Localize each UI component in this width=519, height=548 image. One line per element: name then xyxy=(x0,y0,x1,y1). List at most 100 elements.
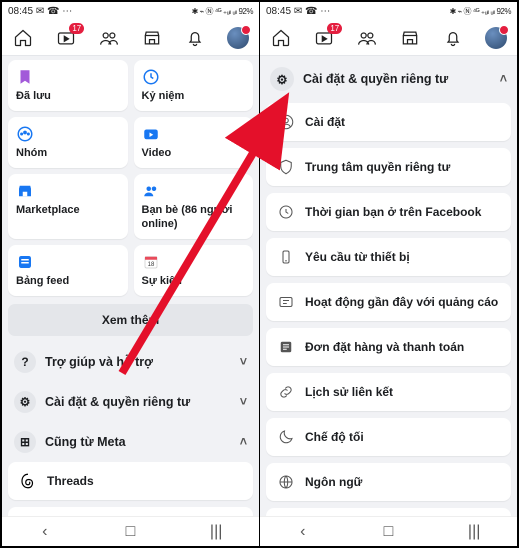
settings-row-device[interactable]: Yêu cầu từ thiết bị xyxy=(266,238,511,276)
row-label: Trung tâm quyền riêng tư xyxy=(305,160,450,174)
chevron-icon: ˅ xyxy=(240,355,247,369)
home-button[interactable]: □ xyxy=(377,521,399,543)
tile-label: Kỷ niệm xyxy=(142,90,246,103)
top-nav: 17 xyxy=(260,20,517,56)
accordion-row[interactable]: ⊞Cũng từ Meta˄ xyxy=(8,422,253,462)
user-icon xyxy=(276,112,296,132)
tile-label: Bảng feed xyxy=(16,275,120,288)
order-icon xyxy=(276,337,296,357)
settings-row-order[interactable]: Đơn đặt hàng và thanh toán xyxy=(266,328,511,366)
recent-button[interactable]: ||| xyxy=(205,521,227,543)
row-icon: ⊞ xyxy=(14,431,36,453)
link-icon xyxy=(276,382,296,402)
top-nav: 17 xyxy=(2,20,259,56)
settings-row-clock[interactable]: Thời gian bạn ở trên Facebook xyxy=(266,193,511,231)
row-label: Hoạt động gần đây với quảng cáo xyxy=(305,295,498,309)
home-icon[interactable] xyxy=(11,26,35,50)
status-bar: 08:45 ✉ ☎ ⋯ ✱ ⌁ Ⓝ ⁴ᴳ ₊ᵤₗₗ ᵤₗₗ 92% xyxy=(2,2,259,20)
globe-icon xyxy=(276,472,296,492)
threads-icon xyxy=(18,471,38,491)
video-badge: 17 xyxy=(69,23,84,34)
event-icon: 18 xyxy=(142,253,160,271)
see-more-button[interactable]: Xem thêm xyxy=(8,304,253,336)
shortcut-tile-video[interactable]: Video xyxy=(134,117,254,168)
shortcut-tile-clock[interactable]: Kỷ niệm xyxy=(134,60,254,111)
settings-header-row[interactable]: ⚙ Cài đặt & quyền riêng tư ˄ xyxy=(266,60,511,99)
row-label: Trợ giúp và hỗ trợ xyxy=(45,355,153,369)
row-icon: ? xyxy=(14,351,36,373)
video-icon xyxy=(142,125,160,143)
shortcut-tile-group[interactable]: Nhóm xyxy=(8,117,128,168)
device-icon xyxy=(276,247,296,267)
recent-button[interactable]: ||| xyxy=(463,521,485,543)
meta-app-row-threads[interactable]: Threads xyxy=(8,462,253,500)
bookmark-icon xyxy=(16,68,34,86)
shortcut-tile-bookmark[interactable]: Đã lưu xyxy=(8,60,128,111)
market-tab-icon[interactable] xyxy=(398,26,422,50)
gear-icon: ⚙ xyxy=(270,67,294,91)
tile-label: Bạn bè (86 người online) xyxy=(142,204,246,230)
right-content: ⚙ Cài đặt & quyền riêng tư ˄ Cài đặt Trun… xyxy=(260,56,517,516)
settings-row-shield[interactable]: Trung tâm quyền riêng tư xyxy=(266,148,511,186)
notif-tab-icon[interactable] xyxy=(183,26,207,50)
left-content: Đã lưu Kỷ niệm Nhóm Video Marketplace Bạn bè … xyxy=(2,56,259,516)
video-tab-icon[interactable]: 17 xyxy=(312,26,336,50)
tile-label: Marketplace xyxy=(16,204,120,217)
row-label: Cài đặt xyxy=(305,115,345,129)
settings-row-link[interactable]: Lịch sử liên kết xyxy=(266,373,511,411)
row-label: Ngôn ngữ xyxy=(305,475,362,489)
phone-right: 08:45 ✉ ☎ ⋯ ✱ ⌁ Ⓝ ⁴ᴳ ₊ᵤₗₗ ᵤₗₗ 92% 17 ⚙ C… xyxy=(260,2,517,546)
tile-label: Video xyxy=(142,147,246,160)
profile-tab-icon[interactable] xyxy=(484,26,508,50)
row-label: Threads xyxy=(47,474,94,488)
accordion-row[interactable]: ? Trợ giúp và hỗ trợ ˅ xyxy=(8,342,253,382)
tile-label: Đã lưu xyxy=(16,90,120,103)
row-label: Chế độ tối xyxy=(305,430,364,444)
friends-tab-icon[interactable] xyxy=(97,26,121,50)
settings-row-data[interactable]: Mức sử dụng dữ liệu di động xyxy=(266,508,511,516)
settings-row-ad[interactable]: Hoạt động gần đây với quảng cáo xyxy=(266,283,511,321)
row-label: Cài đặt & quyền riêng tư xyxy=(45,395,190,409)
android-nav: ‹ □ ||| xyxy=(260,516,517,546)
profile-tab-icon[interactable] xyxy=(226,26,250,50)
moon-icon xyxy=(276,427,296,447)
accordion-row[interactable]: ⚙ Cài đặt & quyền riêng tư ˅ xyxy=(8,382,253,422)
tile-label: Sự kiện xyxy=(142,275,246,288)
home-icon[interactable] xyxy=(269,26,293,50)
tile-label: Nhóm xyxy=(16,147,120,160)
android-nav: ‹ □ ||| xyxy=(2,516,259,546)
notif-tab-icon[interactable] xyxy=(441,26,465,50)
phone-left: 08:45 ✉ ☎ ⋯ ✱ ⌁ Ⓝ ⁴ᴳ ₊ᵤₗₗ ᵤₗₗ 92% 17 Đã … xyxy=(2,2,260,546)
ad-icon xyxy=(276,292,296,312)
video-badge: 17 xyxy=(327,23,342,34)
chevron-up-icon: ˄ xyxy=(500,72,507,86)
settings-row-user[interactable]: Cài đặt xyxy=(266,103,511,141)
svg-text:18: 18 xyxy=(147,262,154,268)
home-button[interactable]: □ xyxy=(119,521,141,543)
friends-tab-icon[interactable] xyxy=(355,26,379,50)
back-button[interactable]: ‹ xyxy=(34,521,56,543)
video-tab-icon[interactable]: 17 xyxy=(54,26,78,50)
shortcut-tile-feed[interactable]: Bảng feed xyxy=(8,245,128,296)
row-label: Đơn đặt hàng và thanh toán xyxy=(305,340,464,354)
friends-icon xyxy=(142,182,160,200)
back-button[interactable]: ‹ xyxy=(292,521,314,543)
row-label: Thời gian bạn ở trên Facebook xyxy=(305,205,481,219)
clock-icon xyxy=(276,202,296,222)
chevron-icon: ˄ xyxy=(240,435,247,449)
meta-app-row-messenger[interactable]: Messenger xyxy=(8,507,253,516)
group-icon xyxy=(16,125,34,143)
shield-icon xyxy=(276,157,296,177)
settings-row-moon[interactable]: Chế độ tối xyxy=(266,418,511,456)
store-icon xyxy=(16,182,34,200)
market-tab-icon[interactable] xyxy=(140,26,164,50)
shortcut-tile-store[interactable]: Marketplace xyxy=(8,174,128,238)
row-icon: ⚙ xyxy=(14,391,36,413)
shortcut-tile-event[interactable]: 18 Sự kiện xyxy=(134,245,254,296)
shortcut-tile-friends[interactable]: Bạn bè (86 người online) xyxy=(134,174,254,238)
row-label: Yêu cầu từ thiết bị xyxy=(305,250,410,264)
status-bar: 08:45 ✉ ☎ ⋯ ✱ ⌁ Ⓝ ⁴ᴳ ₊ᵤₗₗ ᵤₗₗ 92% xyxy=(260,2,517,20)
row-label: Lịch sử liên kết xyxy=(305,385,393,399)
chevron-icon: ˅ xyxy=(240,395,247,409)
settings-row-globe[interactable]: Ngôn ngữ xyxy=(266,463,511,501)
